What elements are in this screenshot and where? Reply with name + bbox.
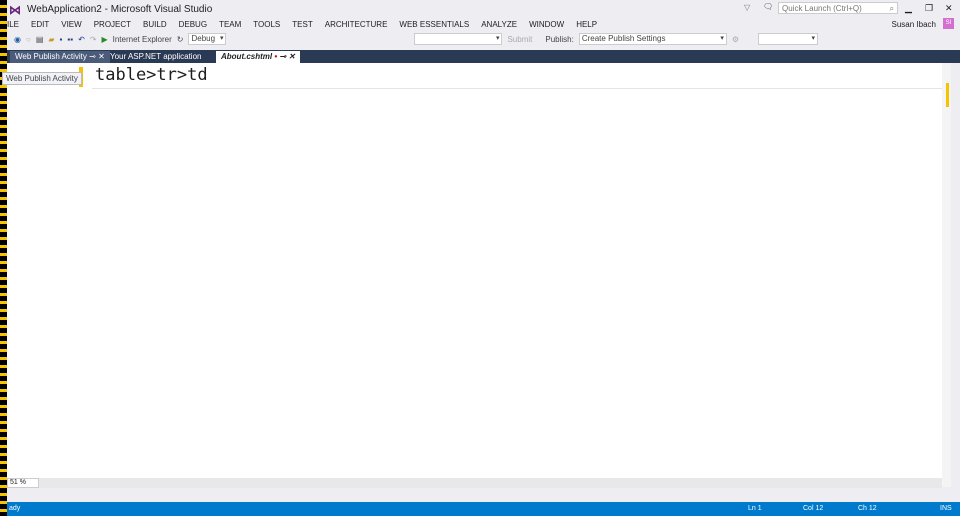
tab-asp-net-application[interactable]: Your ASP.NET application [105, 51, 206, 63]
menu-view[interactable]: VIEW [55, 19, 87, 31]
minimize-button[interactable]: ▁ [905, 3, 912, 14]
menu-bar: ILE EDIT VIEW PROJECT BUILD DEBUG TEAM T… [0, 19, 960, 31]
save-icon[interactable]: ▪ [60, 35, 63, 44]
menu-team[interactable]: TEAM [213, 19, 247, 31]
menu-window[interactable]: WINDOW [523, 19, 570, 31]
menu-web-essentials[interactable]: WEB ESSENTIALS [393, 19, 475, 31]
user-name[interactable]: Susan Ibach [892, 19, 936, 31]
filter-icon[interactable]: ▽ [744, 3, 750, 12]
horizontal-scrollbar[interactable] [7, 478, 942, 488]
publish-settings-icon[interactable]: ⚙ [732, 35, 739, 44]
quick-launch-placeholder: Quick Launch (Ctrl+Q) [782, 4, 862, 13]
tab-tooltip: Web Publish Activity [2, 72, 82, 85]
code-line[interactable]: table>tr>td [95, 65, 208, 85]
window-title: WebApplication2 - Microsoft Visual Studi… [27, 4, 213, 15]
line-number: Ln 1 [748, 505, 762, 512]
new-project-icon[interactable]: ▤ [36, 35, 44, 44]
tab-label: Web Publish Activity [15, 52, 87, 61]
feedback-icon[interactable]: 🗨 [763, 2, 773, 11]
vs-logo-icon: ⋈ [9, 3, 21, 17]
menu-build[interactable]: BUILD [137, 19, 173, 31]
status-text: ady [9, 505, 21, 512]
title-bar: ⋈ WebApplication2 - Microsoft Visual Stu… [0, 0, 960, 18]
zoom-select[interactable]: 51 % [7, 478, 39, 488]
char-number: Ch 12 [858, 505, 877, 512]
modified-dot-icon: • [274, 52, 278, 61]
menu-test[interactable]: TEST [286, 19, 318, 31]
close-button[interactable]: ✕ [945, 3, 953, 14]
save-all-icon[interactable]: ▪▪ [67, 35, 73, 44]
menu-analyze[interactable]: ANALYZE [475, 19, 523, 31]
config-select[interactable]: Debug [188, 33, 227, 45]
status-bar: ady Ln 1 Col 12 Ch 12 INS [0, 502, 960, 516]
undo-icon[interactable]: ↶ [78, 35, 85, 44]
menu-edit[interactable]: EDIT [25, 19, 55, 31]
submit-button[interactable]: Submit [507, 35, 532, 44]
pin-icon[interactable]: ⊸ [89, 52, 96, 61]
browser-select[interactable]: Internet Explorer [113, 35, 172, 44]
close-tab-icon[interactable]: ✕ [288, 52, 295, 61]
column-number: Col 12 [803, 505, 824, 512]
vertical-scrollbar[interactable] [942, 63, 951, 487]
menu-project[interactable]: PROJECT [88, 19, 137, 31]
search-icon: ⌕ [889, 4, 894, 13]
code-editor[interactable] [7, 63, 951, 487]
open-icon[interactable]: ▰ [48, 35, 54, 44]
tab-label: About.cshtml [221, 52, 273, 61]
menu-debug[interactable]: DEBUG [173, 19, 213, 31]
insert-mode: INS [940, 505, 952, 512]
publish-select[interactable]: Create Publish Settings [578, 33, 727, 45]
publish-label: Publish: [545, 34, 574, 44]
document-tabs: Web Publish Activity ⊸ ✕ Your ASP.NET ap… [0, 50, 960, 63]
avatar[interactable]: SI [943, 18, 954, 29]
toolbar: ◉ ○ ▤ ▰ ▪ ▪▪ ↶ ↷ ▶ Internet Explorer ↻ D… [0, 32, 960, 46]
forward-icon[interactable]: ○ [26, 35, 31, 44]
close-tab-icon[interactable]: ✕ [98, 52, 105, 61]
target-select[interactable] [414, 33, 503, 45]
scrollbar-change-marker [946, 83, 949, 107]
pin-icon[interactable]: ⊸ [279, 52, 286, 61]
run-icon[interactable]: ▶ [101, 35, 107, 44]
back-icon[interactable]: ◉ [14, 35, 21, 44]
restore-button[interactable]: ❐ [925, 3, 933, 14]
menu-tools[interactable]: TOOLS [247, 19, 286, 31]
menu-help[interactable]: HELP [570, 19, 603, 31]
search-combo[interactable] [758, 33, 819, 45]
redo-icon[interactable]: ↷ [90, 35, 97, 44]
menu-architecture[interactable]: ARCHITECTURE [319, 19, 394, 31]
current-line-indicator [92, 88, 943, 89]
tab-label: Your ASP.NET application [110, 52, 202, 61]
quick-launch-input[interactable]: Quick Launch (Ctrl+Q) ⌕ [778, 2, 898, 14]
refresh-icon[interactable]: ↻ [177, 35, 184, 44]
tab-about-cshtml[interactable]: About.cshtml • ⊸ ✕ [216, 51, 301, 63]
tab-web-publish-activity[interactable]: Web Publish Activity ⊸ ✕ [10, 51, 110, 63]
